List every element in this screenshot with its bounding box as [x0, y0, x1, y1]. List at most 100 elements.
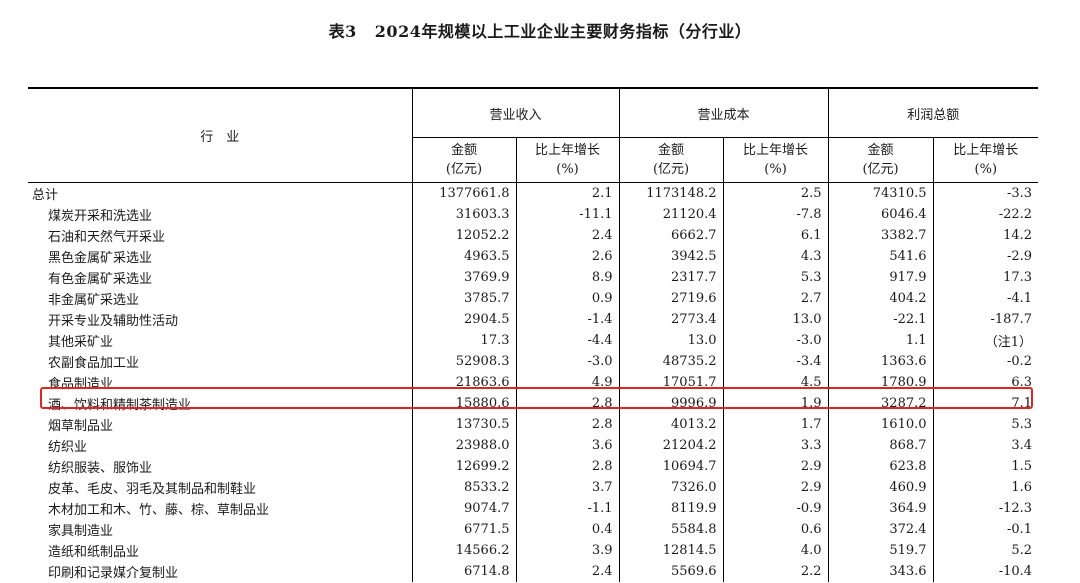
cost-growth-cell: -0.9 [722, 498, 829, 519]
revenue-growth-cell: 3.7 [515, 477, 620, 498]
revenue-growth-cell: 2.1 [515, 182, 620, 204]
profit-amount-cell: 404.2 [827, 288, 934, 309]
cost-amount-cell: 5569.6 [618, 561, 724, 582]
revenue-growth-cell: -1.4 [515, 309, 620, 330]
table-row: 农副食品加工业 52908.3 -3.0 48735.2 -3.4 1363.6 -0.2 [28, 351, 1039, 372]
profit-amount-cell: 460.9 [827, 477, 934, 498]
industry-name: 家具制造业 [48, 524, 114, 539]
table-title-text: 2024年规模以上工业企业主要财务指标（分行业） [374, 22, 752, 41]
table-row: 纺织服装、服饰业 12699.2 2.8 10694.7 2.9 623.8 1.5 [28, 456, 1039, 477]
cost-growth-cell: 2.2 [722, 561, 829, 582]
cost-amount-cell: 5584.8 [618, 519, 724, 540]
cost-growth-cell: 13.0 [722, 309, 829, 330]
profit-growth-cell: -0.1 [932, 519, 1039, 540]
industry-name: 纺织服装、服饰业 [48, 461, 153, 476]
table-row: 造纸和纸制品业 14566.2 3.9 12814.5 4.0 519.7 5.2 [28, 540, 1039, 561]
revenue-amount-cell: 23988.0 [411, 435, 516, 456]
revenue-amount-cell: 2904.5 [411, 309, 516, 330]
revenue-amount-cell: 12052.2 [411, 225, 516, 246]
industry-name: 黑色金属矿采选业 [48, 251, 153, 266]
profit-amount-cell: 364.9 [827, 498, 934, 519]
cost-amount-cell: 21204.2 [618, 435, 724, 456]
revenue-growth-cell: 4.9 [515, 372, 620, 393]
cost-amount-cell: 2317.7 [618, 267, 724, 288]
profit-amount-cell: 519.7 [827, 540, 934, 561]
revenue-growth-cell: 2.8 [515, 414, 620, 435]
industry-name: 总计 [32, 188, 59, 203]
profit-growth-cell: 1.5 [932, 456, 1039, 477]
financial-indicators-table: 行 业 营业收入 营业成本 利润总额 金额 (亿元) 比上年增长 (%) 金额 (亿元… [28, 87, 1039, 582]
revenue-amount-cell: 14566.2 [411, 540, 516, 561]
table-title: 表3 2024年规模以上工业企业主要财务指标（分行业） [0, 18, 1080, 42]
cost-growth-cell: 2.5 [722, 182, 829, 204]
table-row: 烟草制品业 13730.5 2.8 4013.2 1.7 1610.0 5.3 [28, 414, 1039, 435]
cost-growth-cell: -3.4 [722, 351, 829, 372]
profit-amount-cell: 541.6 [827, 246, 934, 267]
table-row: 家具制造业 6771.5 0.4 5584.8 0.6 372.4 -0.1 [28, 519, 1039, 540]
profit-amount-cell: 74310.5 [827, 182, 934, 204]
cost-amount-cell: 48735.2 [618, 351, 724, 372]
cost-amount-cell: 10694.7 [618, 456, 724, 477]
profit-growth-cell: -10.4 [932, 561, 1039, 582]
revenue-growth-cell: 2.8 [515, 456, 620, 477]
profit-amount-cell: 6046.4 [827, 204, 934, 225]
profit-growth-cell: -187.7 [932, 309, 1039, 330]
profit-growth-cell: 7.1 [932, 393, 1039, 414]
revenue-growth-cell: 2.6 [515, 246, 620, 267]
cost-amount-cell: 4013.2 [618, 414, 724, 435]
industry-name: 印刷和记录媒介复制业 [48, 566, 179, 581]
profit-growth-cell: -12.3 [932, 498, 1039, 519]
revenue-growth-cell: -11.1 [515, 204, 620, 225]
revenue-growth-cell: -1.1 [515, 498, 620, 519]
table-header: 行 业 营业收入 营业成本 利润总额 金额 (亿元) 比上年增长 (%) 金额 (亿元… [28, 87, 1039, 183]
profit-amount-cell: 343.6 [827, 561, 934, 582]
cost-growth-cell: -7.8 [722, 204, 829, 225]
industry-name: 皮革、毛皮、羽毛及其制品和制鞋业 [48, 482, 257, 497]
table-row: 黑色金属矿采选业 4963.5 2.6 3942.5 4.3 541.6 -2.9 [28, 246, 1039, 267]
profit-growth-cell: -3.3 [932, 182, 1039, 204]
cost-growth-header: 比上年增长 (%) [722, 137, 829, 183]
revenue-amount-cell: 52908.3 [411, 351, 516, 372]
cost-growth-cell: 1.9 [722, 393, 829, 414]
revenue-header: 营业收入 [411, 87, 620, 138]
profit-growth-cell: -0.2 [932, 351, 1039, 372]
table-row: 非金属矿采选业 3785.7 0.9 2719.6 2.7 404.2 -4.1 [28, 288, 1039, 309]
profit-amount-header: 金额 (亿元) [827, 137, 934, 183]
table-row-highlighted: 酒、饮料和精制茶制造业 15880.6 2.8 9996.9 1.9 3287.2 7.1 [28, 393, 1039, 414]
cost-amount-cell: 8119.9 [618, 498, 724, 519]
profit-amount-cell: -22.1 [827, 309, 934, 330]
cost-amount-header: 金额 (亿元) [618, 137, 724, 183]
cost-growth-cell: -3.0 [722, 330, 829, 351]
cost-amount-cell: 1173148.2 [618, 182, 724, 204]
revenue-amount-cell: 4963.5 [411, 246, 516, 267]
industry-name: 食品制造业 [48, 377, 114, 392]
table-row: 石油和天然气开采业 12052.2 2.4 6662.7 6.1 3382.7 14.2 [28, 225, 1039, 246]
profit-amount-cell: 1.1 [827, 330, 934, 351]
cost-amount-cell: 13.0 [618, 330, 724, 351]
cost-amount-cell: 2719.6 [618, 288, 724, 309]
revenue-amount-cell: 31603.3 [411, 204, 516, 225]
revenue-amount-cell: 1377661.8 [411, 182, 516, 204]
revenue-growth-cell: 2.8 [515, 393, 620, 414]
cost-amount-cell: 21120.4 [618, 204, 724, 225]
profit-amount-cell: 623.8 [827, 456, 934, 477]
cost-amount-cell: 12814.5 [618, 540, 724, 561]
cost-amount-cell: 2773.4 [618, 309, 724, 330]
revenue-amount-cell: 3769.9 [411, 267, 516, 288]
revenue-growth-cell: 2.4 [515, 561, 620, 582]
cost-growth-cell: 4.3 [722, 246, 829, 267]
profit-growth-header: 比上年增长 (%) [932, 137, 1039, 183]
cost-growth-cell: 2.7 [722, 288, 829, 309]
profit-growth-cell: -4.1 [932, 288, 1039, 309]
cost-growth-cell: 6.1 [722, 225, 829, 246]
profit-amount-cell: 868.7 [827, 435, 934, 456]
profit-amount-cell: 3382.7 [827, 225, 934, 246]
revenue-growth-cell: 2.4 [515, 225, 620, 246]
profit-growth-cell: -2.9 [932, 246, 1039, 267]
profit-growth-cell: （注1） [932, 330, 1039, 351]
cost-amount-cell: 7326.0 [618, 477, 724, 498]
industry-name: 烟草制品业 [48, 419, 114, 434]
cost-amount-cell: 9996.9 [618, 393, 724, 414]
industry-name: 石油和天然气开采业 [48, 230, 166, 245]
profit-growth-cell: 5.2 [932, 540, 1039, 561]
